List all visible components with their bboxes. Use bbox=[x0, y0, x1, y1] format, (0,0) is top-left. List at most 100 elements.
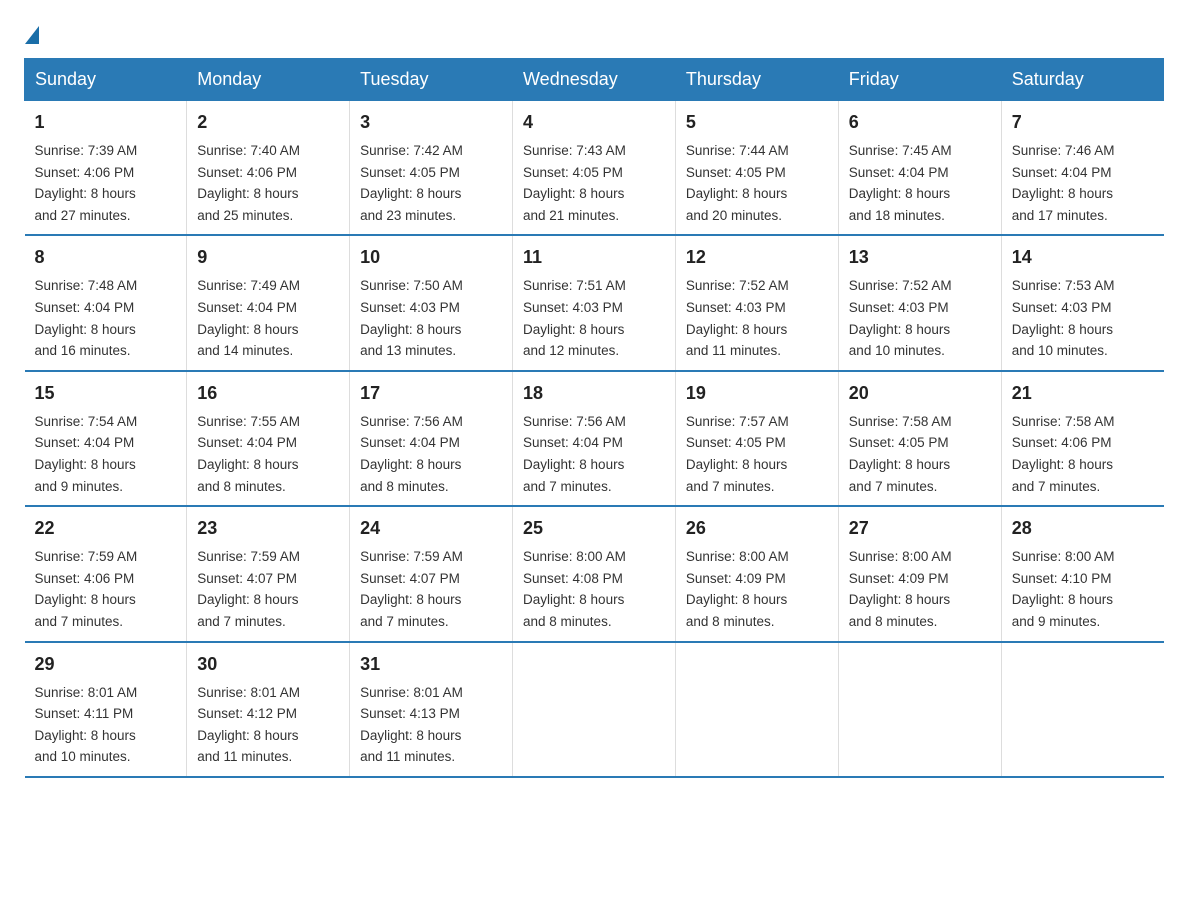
calendar-week-row: 8 Sunrise: 7:48 AMSunset: 4:04 PMDayligh… bbox=[25, 235, 1164, 370]
calendar-day-cell: 10 Sunrise: 7:50 AMSunset: 4:03 PMDaylig… bbox=[350, 235, 513, 370]
calendar-day-cell: 5 Sunrise: 7:44 AMSunset: 4:05 PMDayligh… bbox=[675, 101, 838, 236]
day-number: 22 bbox=[35, 515, 177, 542]
calendar-week-row: 22 Sunrise: 7:59 AMSunset: 4:06 PMDaylig… bbox=[25, 506, 1164, 641]
day-info: Sunrise: 7:48 AMSunset: 4:04 PMDaylight:… bbox=[35, 278, 138, 358]
calendar-day-cell: 30 Sunrise: 8:01 AMSunset: 4:12 PMDaylig… bbox=[187, 642, 350, 777]
day-number: 5 bbox=[686, 109, 828, 136]
day-info: Sunrise: 7:58 AMSunset: 4:05 PMDaylight:… bbox=[849, 414, 952, 494]
day-number: 24 bbox=[360, 515, 502, 542]
page-header bbox=[24, 24, 1164, 42]
day-info: Sunrise: 7:59 AMSunset: 4:07 PMDaylight:… bbox=[360, 549, 463, 629]
calendar-day-cell: 15 Sunrise: 7:54 AMSunset: 4:04 PMDaylig… bbox=[25, 371, 187, 506]
calendar-header: SundayMondayTuesdayWednesdayThursdayFrid… bbox=[25, 59, 1164, 101]
day-number: 4 bbox=[523, 109, 665, 136]
calendar-day-cell: 21 Sunrise: 7:58 AMSunset: 4:06 PMDaylig… bbox=[1001, 371, 1163, 506]
weekday-header-tuesday: Tuesday bbox=[350, 59, 513, 101]
weekday-row: SundayMondayTuesdayWednesdayThursdayFrid… bbox=[25, 59, 1164, 101]
day-number: 23 bbox=[197, 515, 339, 542]
calendar-day-cell: 8 Sunrise: 7:48 AMSunset: 4:04 PMDayligh… bbox=[25, 235, 187, 370]
day-info: Sunrise: 7:56 AMSunset: 4:04 PMDaylight:… bbox=[360, 414, 463, 494]
day-number: 21 bbox=[1012, 380, 1154, 407]
calendar-day-cell: 25 Sunrise: 8:00 AMSunset: 4:08 PMDaylig… bbox=[513, 506, 676, 641]
day-number: 17 bbox=[360, 380, 502, 407]
calendar-day-cell: 11 Sunrise: 7:51 AMSunset: 4:03 PMDaylig… bbox=[513, 235, 676, 370]
weekday-header-thursday: Thursday bbox=[675, 59, 838, 101]
calendar-day-cell: 1 Sunrise: 7:39 AMSunset: 4:06 PMDayligh… bbox=[25, 101, 187, 236]
calendar-day-cell: 3 Sunrise: 7:42 AMSunset: 4:05 PMDayligh… bbox=[350, 101, 513, 236]
day-info: Sunrise: 7:49 AMSunset: 4:04 PMDaylight:… bbox=[197, 278, 300, 358]
calendar-day-cell: 7 Sunrise: 7:46 AMSunset: 4:04 PMDayligh… bbox=[1001, 101, 1163, 236]
day-info: Sunrise: 7:51 AMSunset: 4:03 PMDaylight:… bbox=[523, 278, 626, 358]
day-number: 25 bbox=[523, 515, 665, 542]
calendar-day-cell: 9 Sunrise: 7:49 AMSunset: 4:04 PMDayligh… bbox=[187, 235, 350, 370]
day-info: Sunrise: 7:39 AMSunset: 4:06 PMDaylight:… bbox=[35, 143, 138, 223]
calendar-day-cell: 27 Sunrise: 8:00 AMSunset: 4:09 PMDaylig… bbox=[838, 506, 1001, 641]
calendar-day-cell bbox=[1001, 642, 1163, 777]
day-info: Sunrise: 8:01 AMSunset: 4:11 PMDaylight:… bbox=[35, 685, 138, 765]
day-number: 27 bbox=[849, 515, 991, 542]
day-number: 3 bbox=[360, 109, 502, 136]
day-info: Sunrise: 7:46 AMSunset: 4:04 PMDaylight:… bbox=[1012, 143, 1115, 223]
day-number: 2 bbox=[197, 109, 339, 136]
calendar-day-cell: 14 Sunrise: 7:53 AMSunset: 4:03 PMDaylig… bbox=[1001, 235, 1163, 370]
day-info: Sunrise: 7:42 AMSunset: 4:05 PMDaylight:… bbox=[360, 143, 463, 223]
day-number: 30 bbox=[197, 651, 339, 678]
day-info: Sunrise: 7:44 AMSunset: 4:05 PMDaylight:… bbox=[686, 143, 789, 223]
calendar-day-cell bbox=[838, 642, 1001, 777]
day-number: 1 bbox=[35, 109, 177, 136]
day-info: Sunrise: 7:59 AMSunset: 4:07 PMDaylight:… bbox=[197, 549, 300, 629]
day-info: Sunrise: 7:52 AMSunset: 4:03 PMDaylight:… bbox=[686, 278, 789, 358]
day-number: 9 bbox=[197, 244, 339, 271]
calendar-day-cell: 28 Sunrise: 8:00 AMSunset: 4:10 PMDaylig… bbox=[1001, 506, 1163, 641]
day-info: Sunrise: 7:53 AMSunset: 4:03 PMDaylight:… bbox=[1012, 278, 1115, 358]
calendar-day-cell: 18 Sunrise: 7:56 AMSunset: 4:04 PMDaylig… bbox=[513, 371, 676, 506]
day-info: Sunrise: 7:45 AMSunset: 4:04 PMDaylight:… bbox=[849, 143, 952, 223]
day-number: 26 bbox=[686, 515, 828, 542]
day-number: 14 bbox=[1012, 244, 1154, 271]
day-info: Sunrise: 8:00 AMSunset: 4:08 PMDaylight:… bbox=[523, 549, 626, 629]
calendar-week-row: 29 Sunrise: 8:01 AMSunset: 4:11 PMDaylig… bbox=[25, 642, 1164, 777]
weekday-header-saturday: Saturday bbox=[1001, 59, 1163, 101]
weekday-header-monday: Monday bbox=[187, 59, 350, 101]
day-number: 7 bbox=[1012, 109, 1154, 136]
calendar-body: 1 Sunrise: 7:39 AMSunset: 4:06 PMDayligh… bbox=[25, 101, 1164, 777]
calendar-day-cell: 31 Sunrise: 8:01 AMSunset: 4:13 PMDaylig… bbox=[350, 642, 513, 777]
day-info: Sunrise: 7:50 AMSunset: 4:03 PMDaylight:… bbox=[360, 278, 463, 358]
day-info: Sunrise: 7:43 AMSunset: 4:05 PMDaylight:… bbox=[523, 143, 626, 223]
calendar-day-cell: 2 Sunrise: 7:40 AMSunset: 4:06 PMDayligh… bbox=[187, 101, 350, 236]
day-info: Sunrise: 7:56 AMSunset: 4:04 PMDaylight:… bbox=[523, 414, 626, 494]
logo bbox=[24, 24, 40, 42]
calendar-day-cell: 17 Sunrise: 7:56 AMSunset: 4:04 PMDaylig… bbox=[350, 371, 513, 506]
day-number: 16 bbox=[197, 380, 339, 407]
calendar-table: SundayMondayTuesdayWednesdayThursdayFrid… bbox=[24, 58, 1164, 778]
day-info: Sunrise: 7:54 AMSunset: 4:04 PMDaylight:… bbox=[35, 414, 138, 494]
day-info: Sunrise: 8:00 AMSunset: 4:09 PMDaylight:… bbox=[849, 549, 952, 629]
calendar-day-cell: 20 Sunrise: 7:58 AMSunset: 4:05 PMDaylig… bbox=[838, 371, 1001, 506]
day-number: 12 bbox=[686, 244, 828, 271]
calendar-day-cell: 29 Sunrise: 8:01 AMSunset: 4:11 PMDaylig… bbox=[25, 642, 187, 777]
day-number: 28 bbox=[1012, 515, 1154, 542]
calendar-day-cell: 16 Sunrise: 7:55 AMSunset: 4:04 PMDaylig… bbox=[187, 371, 350, 506]
weekday-header-friday: Friday bbox=[838, 59, 1001, 101]
calendar-day-cell: 22 Sunrise: 7:59 AMSunset: 4:06 PMDaylig… bbox=[25, 506, 187, 641]
calendar-week-row: 1 Sunrise: 7:39 AMSunset: 4:06 PMDayligh… bbox=[25, 101, 1164, 236]
day-number: 8 bbox=[35, 244, 177, 271]
calendar-week-row: 15 Sunrise: 7:54 AMSunset: 4:04 PMDaylig… bbox=[25, 371, 1164, 506]
day-number: 31 bbox=[360, 651, 502, 678]
day-number: 20 bbox=[849, 380, 991, 407]
day-info: Sunrise: 8:01 AMSunset: 4:12 PMDaylight:… bbox=[197, 685, 300, 765]
day-number: 18 bbox=[523, 380, 665, 407]
calendar-day-cell: 26 Sunrise: 8:00 AMSunset: 4:09 PMDaylig… bbox=[675, 506, 838, 641]
calendar-day-cell: 13 Sunrise: 7:52 AMSunset: 4:03 PMDaylig… bbox=[838, 235, 1001, 370]
day-number: 6 bbox=[849, 109, 991, 136]
weekday-header-wednesday: Wednesday bbox=[513, 59, 676, 101]
calendar-day-cell: 6 Sunrise: 7:45 AMSunset: 4:04 PMDayligh… bbox=[838, 101, 1001, 236]
calendar-day-cell: 19 Sunrise: 7:57 AMSunset: 4:05 PMDaylig… bbox=[675, 371, 838, 506]
day-info: Sunrise: 7:59 AMSunset: 4:06 PMDaylight:… bbox=[35, 549, 138, 629]
calendar-day-cell bbox=[675, 642, 838, 777]
day-number: 29 bbox=[35, 651, 177, 678]
calendar-day-cell: 4 Sunrise: 7:43 AMSunset: 4:05 PMDayligh… bbox=[513, 101, 676, 236]
calendar-day-cell: 24 Sunrise: 7:59 AMSunset: 4:07 PMDaylig… bbox=[350, 506, 513, 641]
day-info: Sunrise: 7:55 AMSunset: 4:04 PMDaylight:… bbox=[197, 414, 300, 494]
weekday-header-sunday: Sunday bbox=[25, 59, 187, 101]
